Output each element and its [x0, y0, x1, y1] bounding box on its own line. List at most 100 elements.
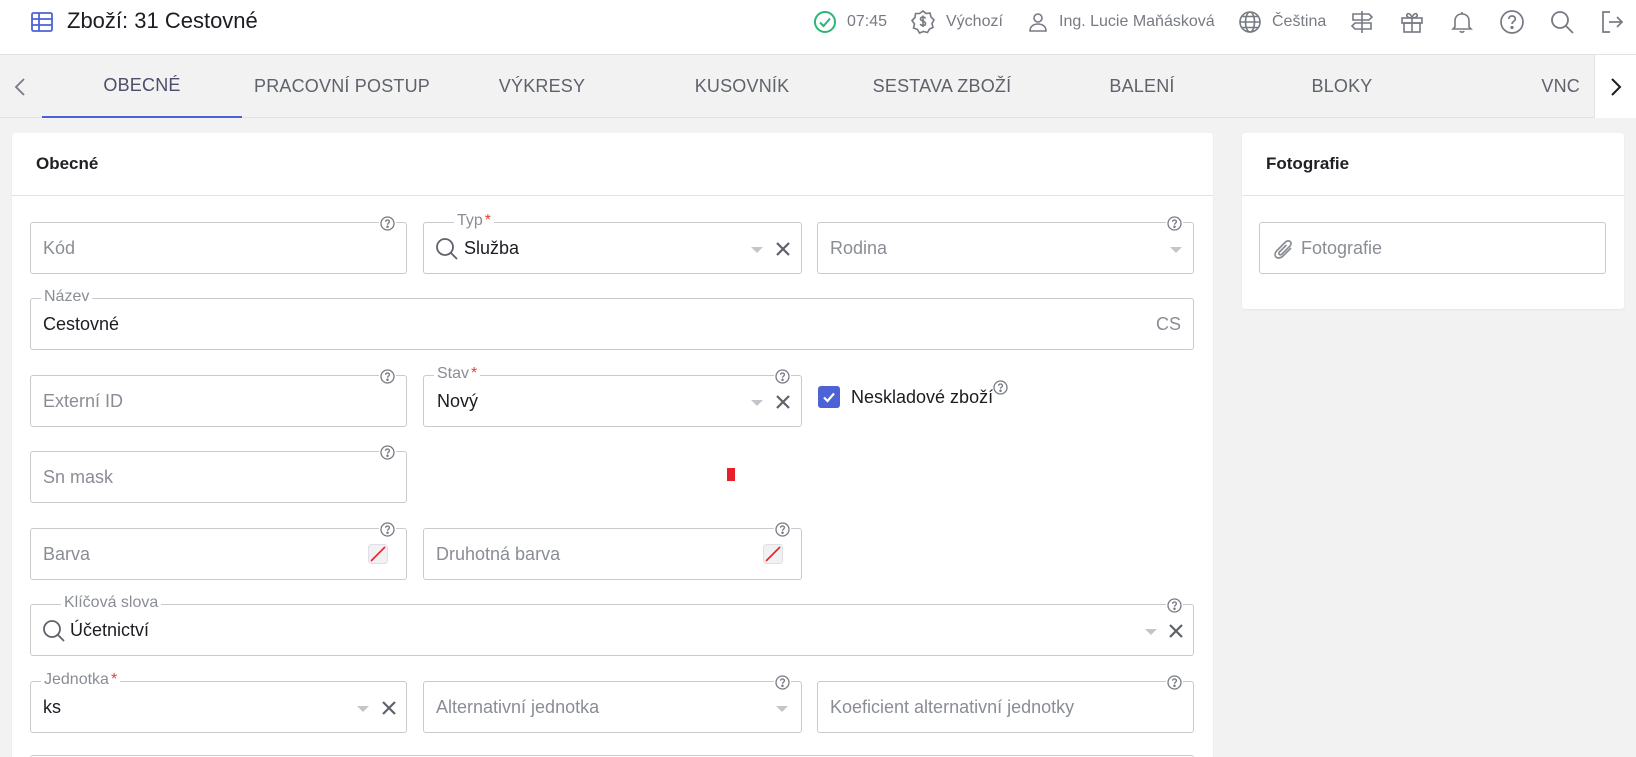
question-icon[interactable]: [774, 674, 791, 691]
question-icon[interactable]: [379, 368, 396, 385]
neskladove-checkbox[interactable]: Neskladové zboží: [818, 386, 993, 408]
close-icon[interactable]: [1166, 621, 1186, 641]
photos-card-title: Fotografie: [1242, 133, 1624, 196]
no-color-swatch-icon[interactable]: [763, 544, 783, 564]
stav-value: Nový: [437, 391, 479, 411]
rodina-placeholder: Rodina: [830, 238, 888, 258]
chevron-down-icon[interactable]: [1170, 247, 1182, 253]
klicova-slova-label: Klíčová slova: [61, 594, 162, 612]
rodina-select[interactable]: Rodina: [817, 215, 1194, 274]
tab-vnc[interactable]: VNC: [1442, 55, 1594, 118]
time-label: 07:45: [847, 13, 888, 30]
kod-field[interactable]: Kód: [30, 215, 407, 274]
klicova-slova-value: Účetnictví: [70, 620, 150, 640]
red-marker: [727, 468, 735, 481]
jednotka-label: Jednotka *: [41, 671, 121, 689]
tab-kusovnik[interactable]: KUSOVNÍK: [642, 55, 842, 118]
dollar-badge-icon: [910, 9, 935, 34]
externi-id-placeholder: Externí ID: [43, 391, 124, 411]
search-icon[interactable]: [1549, 9, 1575, 35]
signpost-icon[interactable]: [1349, 9, 1375, 35]
typ-value: Služba: [464, 238, 520, 258]
pricelist-label: Výchozí: [946, 13, 1003, 30]
language-selector[interactable]: Čeština: [1238, 10, 1326, 34]
typ-label: Typ *: [454, 212, 495, 230]
tabs-scroll-left-button[interactable]: [0, 55, 40, 118]
top-header: Zboží: 31 Cestovné 07:45 Výchozí Ing. Lu…: [0, 0, 1636, 55]
barva-field[interactable]: Barva: [30, 521, 407, 580]
question-icon[interactable]: [774, 368, 791, 385]
chevron-down-icon[interactable]: [1145, 629, 1157, 635]
checkbox-checked-icon[interactable]: [818, 386, 840, 408]
page-title: Zboží: 31 Cestovné: [67, 8, 258, 33]
chevron-down-icon[interactable]: [751, 400, 763, 406]
pricelist-selector[interactable]: Výchozí: [910, 9, 1003, 34]
externi-id-field[interactable]: Externí ID: [30, 368, 407, 427]
sn-mask-placeholder: Sn mask: [43, 467, 114, 487]
typ-select[interactable]: Typ * Služba: [423, 212, 802, 274]
druhotna-barva-field[interactable]: Druhotná barva: [423, 521, 802, 580]
user-menu[interactable]: Ing. Lucie Maňásková: [1027, 10, 1215, 34]
question-icon[interactable]: [1166, 597, 1183, 614]
question-icon[interactable]: [992, 379, 1009, 396]
barva-placeholder: Barva: [43, 544, 91, 564]
table-icon[interactable]: [30, 10, 54, 34]
tab-obecne[interactable]: OBECNÉ: [42, 55, 242, 118]
close-icon[interactable]: [379, 698, 399, 718]
user-name: Ing. Lucie Maňásková: [1059, 13, 1215, 30]
photos-card: Fotografie: [1242, 133, 1624, 309]
user-icon: [1029, 13, 1047, 32]
nazev-label: Název: [41, 288, 93, 306]
question-icon[interactable]: [774, 521, 791, 538]
check-circle-icon: [814, 11, 836, 33]
jednotka-select[interactable]: Jednotka * ks: [30, 671, 407, 733]
jednotka-value: ks: [43, 697, 61, 717]
tab-bar: OBECNÉ PRACOVNÍ POSTUP VÝKRESY KUSOVNÍK …: [0, 55, 1636, 118]
tabs-scroll-right-button[interactable]: [1594, 55, 1636, 118]
klicova-slova-select[interactable]: Klíčová slova Účetnictví: [30, 594, 1194, 656]
koef-alt-field[interactable]: Koeficient alternativní jednotky: [817, 674, 1194, 733]
nazev-value: Cestovné: [43, 314, 120, 334]
nazev-field[interactable]: Název Cestovné CS: [30, 288, 1194, 350]
chevron-left-icon: [14, 77, 25, 96]
paperclip-icon: [1274, 240, 1292, 259]
tab-vykresy[interactable]: VÝKRESY: [442, 55, 642, 118]
stav-label: Stav *: [434, 365, 481, 383]
no-color-swatch-icon[interactable]: [368, 544, 388, 564]
tab-sestava-zbozi[interactable]: SESTAVA ZBOŽÍ: [842, 55, 1042, 118]
photos-placeholder: Fotografie: [1301, 238, 1383, 258]
language-code[interactable]: CS: [1156, 314, 1181, 335]
sn-mask-field[interactable]: Sn mask: [30, 444, 407, 503]
chevron-right-icon: [1610, 77, 1621, 96]
question-icon[interactable]: [1166, 674, 1183, 691]
sync-status[interactable]: 07:45: [813, 10, 887, 34]
stav-select[interactable]: Stav * Nový: [423, 365, 802, 427]
search-icon: [436, 238, 458, 260]
close-icon[interactable]: [773, 392, 793, 412]
alt-jednotka-select[interactable]: Alternativní jednotka: [423, 674, 802, 733]
chevron-down-icon[interactable]: [357, 706, 369, 712]
tab-baleni[interactable]: BALENÍ: [1042, 55, 1242, 118]
general-card-title: Obecné: [12, 133, 1213, 196]
neskladove-label: Neskladové zboží: [851, 386, 994, 407]
search-icon: [43, 620, 65, 642]
logout-icon[interactable]: [1599, 9, 1625, 35]
question-icon[interactable]: [379, 521, 396, 538]
kod-placeholder: Kód: [43, 238, 76, 258]
koef-alt-placeholder: Koeficient alternativní jednotky: [830, 697, 1075, 717]
alt-jednotka-placeholder: Alternativní jednotka: [436, 697, 600, 717]
close-icon[interactable]: [773, 239, 793, 259]
help-icon[interactable]: [1499, 9, 1525, 35]
chevron-down-icon[interactable]: [776, 706, 788, 712]
gift-icon[interactable]: [1399, 9, 1425, 35]
tab-bloky[interactable]: BLOKY: [1242, 55, 1442, 118]
question-icon[interactable]: [379, 215, 396, 232]
bell-icon[interactable]: [1449, 9, 1475, 35]
language-label: Čeština: [1272, 13, 1327, 30]
question-icon[interactable]: [1166, 215, 1183, 232]
druhotna-barva-placeholder: Druhotná barva: [436, 544, 561, 564]
tab-pracovni-postup[interactable]: PRACOVNÍ POSTUP: [242, 55, 442, 118]
question-icon[interactable]: [379, 444, 396, 461]
chevron-down-icon[interactable]: [751, 247, 763, 253]
photos-upload[interactable]: Fotografie: [1259, 222, 1606, 274]
